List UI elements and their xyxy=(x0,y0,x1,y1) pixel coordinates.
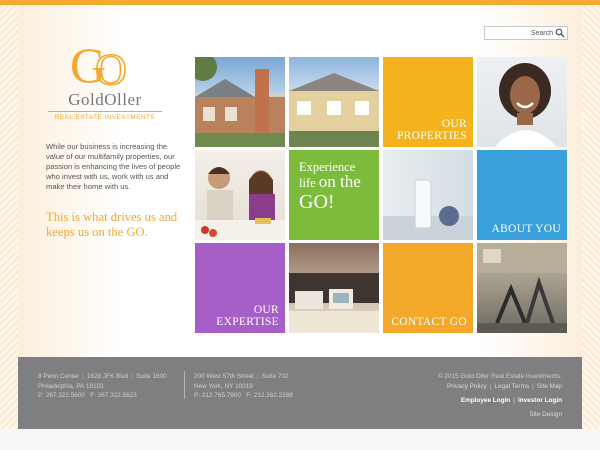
logo[interactable]: G O GoldOller REAL ESTATE INVESTMENTS xyxy=(46,38,164,130)
philadelphia-city: Philadelphia, PA 19103 xyxy=(38,382,104,390)
about-you-label: ABOUT YOU xyxy=(491,223,561,235)
logo-wordmark: GoldOller xyxy=(68,90,142,109)
footer: 8 Penn Center | 1628 JFK Blvd | Suite 1600 P… xyxy=(18,357,582,429)
legal-terms-link[interactable]: Legal Terms xyxy=(494,383,529,390)
vase-photo xyxy=(383,179,473,240)
philadelphia-blvd: 1628 JFK Blvd xyxy=(86,373,129,380)
photo-tile-couple-cooking xyxy=(195,150,285,240)
new-york-suite: Suite 702 xyxy=(261,373,289,380)
experience-line2b: on the xyxy=(318,172,361,191)
philadelphia-phone: P: 267.322.5600 xyxy=(38,392,85,399)
site-map-link[interactable]: Site Map xyxy=(537,383,562,390)
living-room-photo xyxy=(289,273,379,333)
photo-tile-fitness-center xyxy=(477,243,567,333)
separator: | xyxy=(513,397,515,404)
employee-login-link[interactable]: Employee Login xyxy=(461,397,510,404)
footer-legal: © 2015 Gold Oller Real Estate Investment… xyxy=(362,372,562,419)
background-pattern-left xyxy=(0,5,18,429)
our-expertise-line2: EXPERTISE xyxy=(216,316,279,328)
smiling-woman-photo xyxy=(495,63,557,147)
search-icon[interactable] xyxy=(555,28,565,38)
photo-tile-living-room xyxy=(289,243,379,333)
separator: | xyxy=(256,373,259,380)
new-york-street: 200 West 57th Street xyxy=(194,373,254,380)
search-input[interactable] xyxy=(485,27,553,39)
apartments-photo xyxy=(195,57,285,147)
tagline: This is what drives us and keeps us on t… xyxy=(46,210,178,239)
philadelphia-address-line1: 8 Penn Center | 1628 JFK Blvd | Suite 1600 xyxy=(38,372,188,382)
our-expertise-label: OUR EXPERTISE xyxy=(216,304,279,328)
experience-line2a: life xyxy=(299,176,316,190)
footer-links: Privacy Policy | Legal Terms | Site Map xyxy=(362,382,562,392)
our-properties-line1: OUR xyxy=(441,118,467,130)
new-york-address-line1: 200 West 57th Street | Suite 702 xyxy=(194,372,334,382)
privacy-policy-link[interactable]: Privacy Policy xyxy=(447,383,487,390)
logo-mark-o: O xyxy=(95,45,127,90)
contact-go-tile[interactable]: CONTACT GO xyxy=(383,243,473,333)
separator: | xyxy=(532,382,534,390)
philadelphia-street: 8 Penn Center xyxy=(38,373,80,380)
go-logo-mark: G O xyxy=(70,38,128,90)
experience-line2: life on the xyxy=(299,172,377,191)
new-york-phones: P: 212.765.7900 F: 212.262.2288 xyxy=(194,391,334,401)
login-links: Employee Login | Investor Login xyxy=(362,396,562,406)
photo-tile-vase xyxy=(383,150,473,240)
background-pattern-right xyxy=(582,5,600,429)
our-properties-tile[interactable]: OUR PROPERTIES xyxy=(383,57,473,147)
search-box[interactable] xyxy=(484,26,568,40)
investor-login-link[interactable]: Investor Login xyxy=(518,397,562,404)
separator: | xyxy=(82,373,84,380)
contact-go-label: CONTACT GO xyxy=(391,316,467,328)
philadelphia-phones: P: 267.322.5600 F: 267.322.5623 xyxy=(38,391,188,401)
our-expertise-line1: OUR xyxy=(253,304,279,316)
footer-address-new-york: 200 West 57th Street | Suite 702 New York,… xyxy=(194,372,334,401)
separator: | xyxy=(131,373,134,380)
our-properties-line2: PROPERTIES xyxy=(396,130,467,142)
site-design-link[interactable]: Site Design xyxy=(362,410,562,420)
philadelphia-fax: F: 267.322.5623 xyxy=(90,392,137,399)
new-york-phone: P: 212.765.7900 xyxy=(194,392,241,399)
townhomes-photo xyxy=(289,73,379,147)
intro-text: While our business is increasing the val… xyxy=(46,142,181,191)
couple-cooking-photo xyxy=(195,167,285,240)
fitness-center-photo xyxy=(477,243,567,333)
our-expertise-tile[interactable]: OUR EXPERTISE xyxy=(195,243,285,333)
logo-subtitle: REAL ESTATE INVESTMENTS xyxy=(54,114,156,121)
tile-grid: OUR PROPERTIES Experience life on the GO… xyxy=(195,57,567,336)
footer-divider xyxy=(184,371,185,399)
experience-life-text: Experience life on the GO! xyxy=(299,160,377,213)
copyright-text: © 2015 Gold Oller Real Estate Investment… xyxy=(437,373,562,380)
footer-address-philadelphia: 8 Penn Center | 1628 JFK Blvd | Suite 1600 P… xyxy=(38,372,188,401)
experience-life-tile[interactable]: Experience life on the GO! xyxy=(289,150,379,240)
philadelphia-suite: Suite 1600 xyxy=(136,373,167,380)
new-york-city: New York, NY 10019 xyxy=(194,382,253,390)
our-properties-label: OUR PROPERTIES xyxy=(397,118,467,142)
photo-tile-apartments xyxy=(195,57,285,147)
about-you-tile[interactable]: ABOUT YOU xyxy=(477,150,567,240)
photo-tile-townhomes xyxy=(289,57,379,147)
experience-line3: GO! xyxy=(299,191,335,213)
logo-divider xyxy=(48,111,162,112)
photo-tile-smiling-woman xyxy=(477,57,567,147)
new-york-fax: F: 212.262.2288 xyxy=(246,392,293,399)
